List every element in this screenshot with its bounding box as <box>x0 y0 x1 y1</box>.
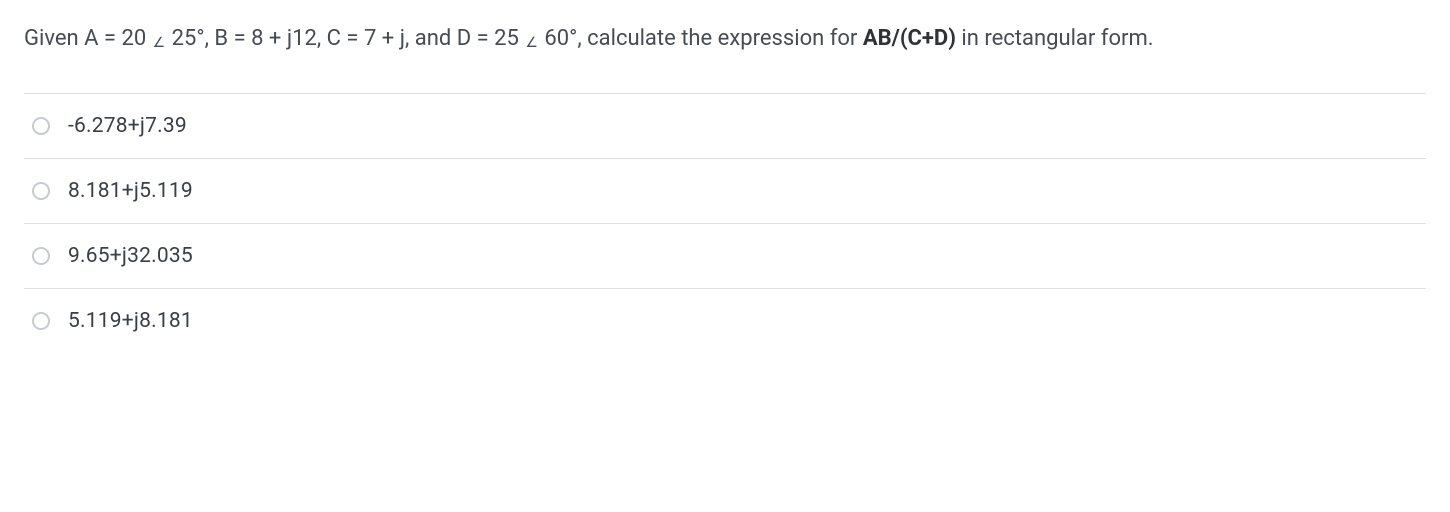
option-2[interactable]: 8.181+j5.119 <box>24 159 1426 224</box>
question-part-2: 25°, B = 8 + j12, C = 7 + j, and D = 25 <box>166 26 524 51</box>
radio-icon <box>32 312 50 330</box>
radio-icon <box>32 182 50 200</box>
angle-symbol-1: ∠ <box>153 32 166 56</box>
option-4[interactable]: 5.119+j8.181 <box>24 289 1426 353</box>
question-expression: AB/(C+D) <box>863 26 956 51</box>
option-1[interactable]: -6.278+j7.39 <box>24 94 1426 159</box>
option-label: -6.278+j7.39 <box>68 114 187 138</box>
option-label: 5.119+j8.181 <box>68 309 193 333</box>
question-part-1: Given A = 20 <box>24 26 152 51</box>
angle-symbol-2: ∠ <box>525 32 538 56</box>
options-list: -6.278+j7.39 8.181+j5.119 9.65+j32.035 5… <box>24 93 1426 353</box>
option-label: 8.181+j5.119 <box>68 179 193 203</box>
question-part-3: 60°, calculate the expression for <box>539 26 863 51</box>
radio-icon <box>32 117 50 135</box>
question-part-4: in rectangular form. <box>956 26 1154 51</box>
question-text: Given A = 20 ∠ 25°, B = 8 + j12, C = 7 +… <box>24 20 1426 57</box>
radio-icon <box>32 247 50 265</box>
option-3[interactable]: 9.65+j32.035 <box>24 224 1426 289</box>
option-label: 9.65+j32.035 <box>68 244 193 268</box>
